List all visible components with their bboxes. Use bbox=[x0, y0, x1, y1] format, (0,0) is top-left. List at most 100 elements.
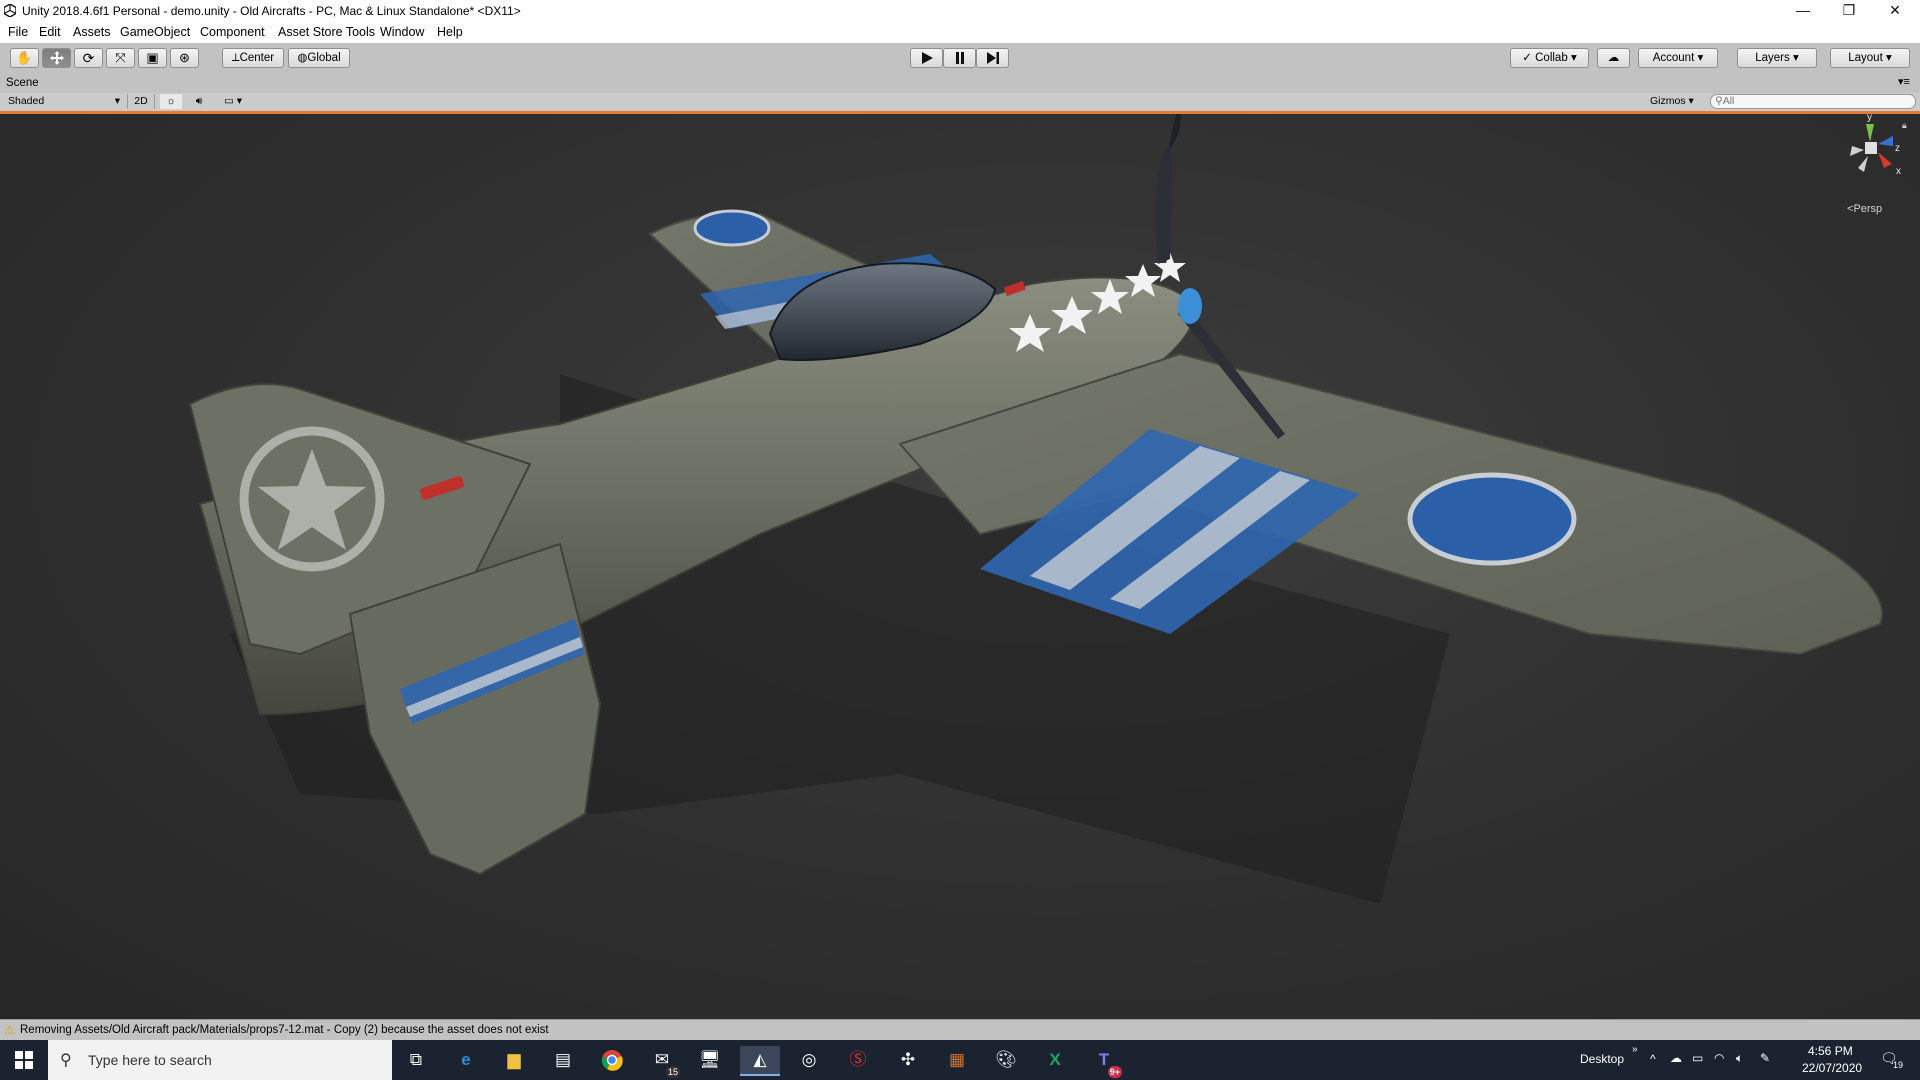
hand-tool-button[interactable]: ✋ bbox=[10, 48, 39, 68]
clock-time[interactable]: 4:56 PM bbox=[1808, 1044, 1853, 1058]
cloud-sync-icon[interactable]: ☁ bbox=[1670, 1051, 1682, 1065]
menu-bar: File Edit Assets GameObject Component As… bbox=[0, 22, 1920, 43]
taskbar-search-placeholder: Type here to search bbox=[88, 1052, 212, 1068]
audio-toggle[interactable]: 🔊︎ bbox=[188, 94, 210, 109]
pivot-mode-button[interactable]: ⟂Center bbox=[222, 48, 284, 68]
status-message[interactable]: Removing Assets/Old Aircraft pack/Materi… bbox=[20, 1024, 549, 1036]
hand-icon: ✋ bbox=[16, 50, 33, 65]
rect-tool-button[interactable]: ▣ bbox=[138, 48, 167, 68]
step-button[interactable] bbox=[976, 48, 1009, 68]
cortana-app[interactable]: ◎ bbox=[789, 1046, 829, 1074]
gizmo-y-label: y bbox=[1867, 114, 1872, 123]
cloud-button[interactable]: ☁ bbox=[1597, 48, 1630, 68]
dropdown-arrow-icon: ▾ bbox=[1688, 95, 1694, 107]
wifi-icon[interactable]: ◠ bbox=[1714, 1051, 1724, 1065]
gizmo-z-axis-icon[interactable] bbox=[1878, 136, 1893, 146]
gizmo-z-label: z bbox=[1895, 143, 1900, 154]
edge-icon: e bbox=[461, 1050, 471, 1069]
menu-component[interactable]: Component bbox=[200, 25, 265, 39]
teams-badge: 9+ bbox=[1107, 1066, 1122, 1078]
layout-dropdown[interactable]: Layout ▾ bbox=[1830, 48, 1910, 68]
image-icon: ▭ bbox=[223, 95, 234, 107]
close-button[interactable]: ✕ bbox=[1872, 0, 1918, 22]
store-app[interactable]: ▤ bbox=[543, 1046, 583, 1074]
pen-icon[interactable]: ✎ bbox=[1760, 1051, 1770, 1065]
gizmo-neg-y-icon[interactable] bbox=[1858, 156, 1868, 172]
move-icon bbox=[49, 51, 64, 65]
warning-icon: ⚠ bbox=[4, 1023, 15, 1037]
gizmo-center-icon[interactable] bbox=[1865, 142, 1877, 154]
menu-window[interactable]: Window bbox=[380, 25, 424, 39]
teams-app[interactable]: T 9+ bbox=[1084, 1046, 1124, 1078]
title-bar: Unity 2018.4.6f1 Personal - demo.unity -… bbox=[0, 0, 1920, 22]
start-button[interactable] bbox=[4, 1046, 44, 1074]
gizmo-y-axis-icon[interactable] bbox=[1866, 124, 1874, 142]
chevron-up-icon[interactable]: ^ bbox=[1650, 1052, 1656, 1066]
effects-dropdown[interactable]: ▭ ▾ bbox=[216, 94, 250, 109]
chevron-right-icon[interactable]: » bbox=[1632, 1044, 1638, 1055]
gizmos-dropdown[interactable]: Gizmos ▾ bbox=[1650, 94, 1702, 109]
menu-file[interactable]: File bbox=[8, 25, 28, 39]
mail-app[interactable]: ✉ 15 bbox=[642, 1046, 682, 1078]
unity-app[interactable]: ◭ bbox=[740, 1046, 780, 1076]
scene-tab[interactable]: Scene bbox=[6, 77, 39, 89]
lighting-toggle[interactable]: ☼ bbox=[160, 94, 182, 109]
task-view-icon: ⧉ bbox=[409, 1050, 423, 1069]
battery-icon[interactable]: ▭ bbox=[1692, 1051, 1703, 1065]
clock-date[interactable]: 22/07/2020 bbox=[1802, 1061, 1862, 1075]
slack-app[interactable]: ✣ bbox=[888, 1046, 928, 1074]
move-tool-button[interactable] bbox=[42, 48, 71, 68]
dropdown-arrow-icon: ▾ bbox=[114, 95, 120, 107]
rotate-tool-button[interactable]: ⟳ bbox=[74, 48, 103, 68]
dropdown-arrow-icon: ▾ bbox=[236, 95, 243, 107]
archive-app[interactable]: ▦ bbox=[937, 1046, 977, 1074]
menu-assets[interactable]: Assets bbox=[73, 25, 111, 39]
left-wing-roundel bbox=[693, 209, 771, 247]
chrome-app[interactable] bbox=[592, 1046, 632, 1074]
taskbar-search-input[interactable]: ⚲ Type here to search bbox=[48, 1040, 392, 1080]
file-explorer-app[interactable]: ▆ bbox=[494, 1046, 534, 1074]
pivot-rotation-button[interactable]: ◍Global bbox=[288, 48, 350, 68]
volume-icon[interactable]: 🔈︎ bbox=[1736, 1051, 1743, 1066]
scene-search-placeholder: All bbox=[1722, 95, 1735, 107]
draw-mode-dropdown[interactable]: Shaded ▾ bbox=[8, 94, 120, 109]
desktop-toolbar-label[interactable]: Desktop bbox=[1580, 1052, 1624, 1066]
excel-app[interactable]: X bbox=[1035, 1046, 1075, 1074]
task-view-button[interactable]: ⧉ bbox=[396, 1046, 436, 1074]
slack-icon: ✣ bbox=[900, 1050, 916, 1069]
restore-button[interactable]: ❐ bbox=[1826, 0, 1872, 22]
gizmo-x-label: x bbox=[1896, 166, 1901, 177]
transform-tool-button[interactable]: ⊛ bbox=[170, 48, 199, 68]
edge-app[interactable]: e bbox=[446, 1046, 486, 1074]
layers-dropdown[interactable]: Layers ▾ bbox=[1737, 48, 1817, 68]
scene-viewport[interactable]: y z x 🔒︎ <Persp bbox=[0, 114, 1920, 1019]
paint-app[interactable]: 🎨︎ bbox=[986, 1046, 1026, 1074]
scale-tool-button[interactable]: ⤧ bbox=[106, 48, 135, 68]
menu-help[interactable]: Help bbox=[437, 25, 463, 39]
mail-icon: ✉ bbox=[654, 1050, 670, 1069]
menu-asset-store-tools[interactable]: Asset Store Tools bbox=[278, 25, 375, 39]
propeller-spinner bbox=[1178, 288, 1202, 324]
gizmo-neg-x-icon[interactable] bbox=[1850, 146, 1864, 156]
propeller-blade-upper bbox=[1155, 144, 1173, 264]
remote-desktop-app[interactable]: 🖥︎ bbox=[690, 1046, 730, 1074]
collab-dropdown[interactable]: ✓ Collab ▾ bbox=[1510, 48, 1589, 68]
toggle-2d-button[interactable]: 2D bbox=[127, 94, 155, 109]
projection-toggle[interactable]: <Persp bbox=[1847, 203, 1882, 215]
gizmo-x-axis-icon[interactable] bbox=[1878, 152, 1892, 168]
gizmo-lock-icon[interactable]: 🔒︎ bbox=[1902, 120, 1907, 131]
chrome-icon bbox=[601, 1050, 623, 1071]
unity-logo-icon bbox=[4, 4, 16, 17]
red-app[interactable]: Ⓢ bbox=[838, 1046, 878, 1074]
panel-menu-icon[interactable]: ▾≡ bbox=[1898, 75, 1910, 88]
circle-icon: ◎ bbox=[801, 1050, 817, 1069]
speaker-icon: 🔊︎ bbox=[195, 95, 203, 107]
menu-edit[interactable]: Edit bbox=[39, 25, 61, 39]
pause-button[interactable] bbox=[943, 48, 976, 68]
play-button[interactable] bbox=[910, 48, 943, 68]
transform-icon: ⊛ bbox=[179, 50, 190, 65]
menu-gameobject[interactable]: GameObject bbox=[120, 25, 190, 39]
minimize-button[interactable]: — bbox=[1780, 0, 1826, 22]
account-dropdown[interactable]: Account ▾ bbox=[1638, 48, 1718, 68]
scene-search-input[interactable]: ⚲All bbox=[1710, 94, 1916, 109]
